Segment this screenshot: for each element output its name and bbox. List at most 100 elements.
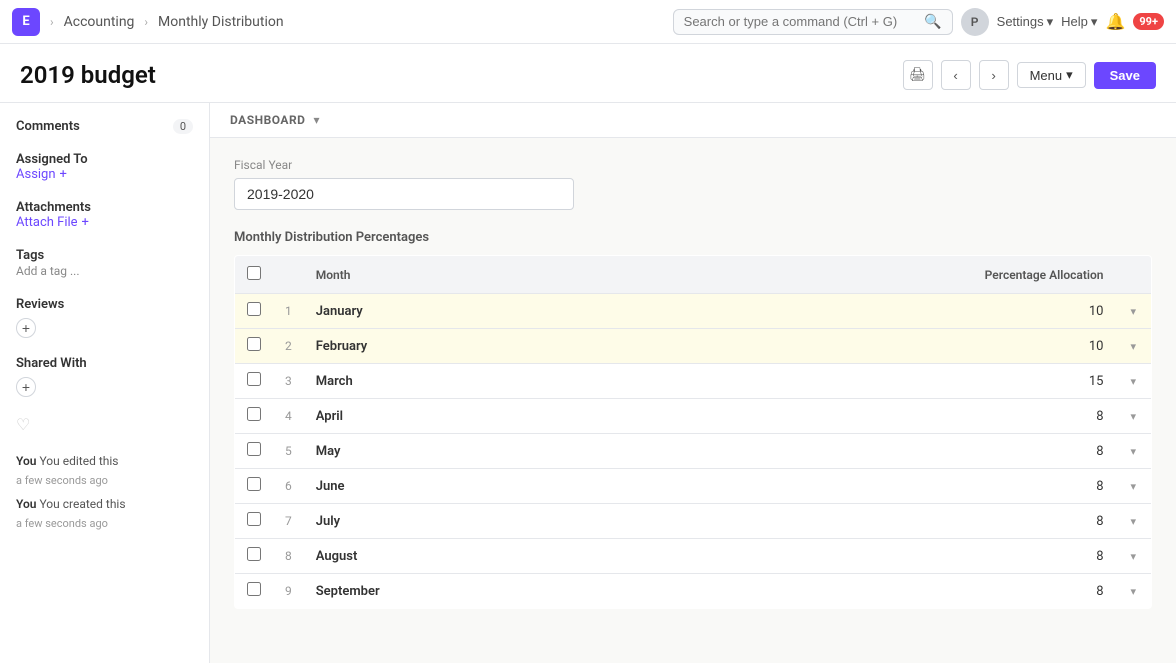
row-num-3: 4 (273, 399, 304, 434)
row-checkbox-2[interactable] (247, 372, 261, 386)
row-pct-4: 8 (613, 434, 1116, 469)
row-num-1: 2 (273, 329, 304, 364)
sidebar-heart-section: ♡ (16, 415, 193, 434)
sidebar-shared-section: Shared With + (16, 356, 193, 397)
sidebar: Comments 0 Assigned To Assign + Attachme… (0, 103, 210, 663)
row-num-6: 7 (273, 504, 304, 539)
settings-button[interactable]: Settings ▾ (997, 14, 1054, 30)
app-icon: E (12, 8, 40, 36)
row-month-3: April (304, 399, 613, 434)
row-action-6: ▾ (1116, 504, 1152, 539)
row-month-1: February (304, 329, 613, 364)
row-dropdown-2[interactable]: ▾ (1130, 375, 1136, 388)
add-review-button[interactable]: + (16, 318, 36, 338)
row-dropdown-7[interactable]: ▾ (1130, 550, 1136, 563)
breadcrumb-chevron-1: › (50, 15, 54, 29)
tags-placeholder[interactable]: Add a tag ... (16, 264, 80, 278)
row-num-4: 5 (273, 434, 304, 469)
row-checkbox-6[interactable] (247, 512, 261, 526)
assign-link[interactable]: Assign + (16, 167, 193, 182)
row-checkbox-4[interactable] (247, 442, 261, 456)
row-pct-6: 8 (613, 504, 1116, 539)
table-row: 3 March 15 ▾ (235, 364, 1152, 399)
row-num-2: 3 (273, 364, 304, 399)
row-checkbox-col (235, 364, 274, 399)
row-dropdown-0[interactable]: ▾ (1130, 305, 1136, 318)
form-section: Fiscal Year (210, 138, 1176, 230)
fiscal-year-input[interactable] (234, 178, 574, 210)
row-checkbox-col (235, 434, 274, 469)
row-action-5: ▾ (1116, 469, 1152, 504)
table-row: 1 January 10 ▾ (235, 294, 1152, 329)
row-dropdown-3[interactable]: ▾ (1130, 410, 1136, 423)
row-checkbox-col (235, 329, 274, 364)
back-button[interactable]: ‹ (941, 60, 971, 90)
activity-edit-time: a few seconds ago (16, 474, 193, 487)
header-checkbox-col (235, 256, 274, 294)
header-action-col (1116, 256, 1152, 294)
table-row: 5 May 8 ▾ (235, 434, 1152, 469)
select-all-checkbox[interactable] (247, 266, 261, 280)
distribution-table: Month Percentage Allocation 1 January 10… (234, 255, 1152, 609)
shared-with-label: Shared With (16, 356, 87, 371)
table-row: 7 July 8 ▾ (235, 504, 1152, 539)
row-checkbox-1[interactable] (247, 337, 261, 351)
dashboard-bar: DASHBOARD ▾ (210, 103, 1176, 138)
add-shared-button[interactable]: + (16, 377, 36, 397)
row-checkbox-0[interactable] (247, 302, 261, 316)
sidebar-reviews-section: Reviews + (16, 297, 193, 338)
heart-icon[interactable]: ♡ (16, 415, 30, 434)
attach-file-link[interactable]: Attach File + (16, 215, 193, 230)
row-action-4: ▾ (1116, 434, 1152, 469)
help-button[interactable]: Help ▾ (1061, 14, 1097, 30)
activity-create: You You created this (16, 495, 193, 513)
row-checkbox-col (235, 469, 274, 504)
row-dropdown-4[interactable]: ▾ (1130, 445, 1136, 458)
breadcrumb-monthly-distribution[interactable]: Monthly Distribution (158, 14, 284, 30)
sidebar-assigned-section: Assigned To Assign + (16, 152, 193, 182)
comments-badge: 0 (173, 119, 193, 134)
activity-edit: You You edited this (16, 452, 193, 470)
breadcrumb-accounting[interactable]: Accounting (64, 14, 135, 30)
forward-button[interactable]: › (979, 60, 1009, 90)
save-button[interactable]: Save (1094, 62, 1156, 89)
row-checkbox-5[interactable] (247, 477, 261, 491)
row-checkbox-col (235, 294, 274, 329)
main-layout: Comments 0 Assigned To Assign + Attachme… (0, 103, 1176, 663)
row-action-8: ▾ (1116, 574, 1152, 609)
row-dropdown-6[interactable]: ▾ (1130, 515, 1136, 528)
row-month-0: January (304, 294, 613, 329)
row-checkbox-col (235, 574, 274, 609)
page-header: 2019 budget 🖨 ‹ › Menu ▾ Save (0, 44, 1176, 103)
row-checkbox-7[interactable] (247, 547, 261, 561)
dashboard-chevron[interactable]: ▾ (313, 113, 319, 127)
row-action-7: ▾ (1116, 539, 1152, 574)
tags-label: Tags (16, 248, 193, 263)
row-checkbox-col (235, 504, 274, 539)
assigned-to-label: Assigned To (16, 152, 193, 167)
fiscal-year-label: Fiscal Year (234, 158, 1152, 172)
row-dropdown-1[interactable]: ▾ (1130, 340, 1136, 353)
notification-badge[interactable]: 99+ (1133, 13, 1164, 30)
avatar[interactable]: P (961, 8, 989, 36)
reviews-label: Reviews (16, 297, 64, 312)
row-checkbox-3[interactable] (247, 407, 261, 421)
row-dropdown-8[interactable]: ▾ (1130, 585, 1136, 598)
menu-button[interactable]: Menu ▾ (1017, 62, 1086, 88)
row-pct-5: 8 (613, 469, 1116, 504)
table-header-row: Month Percentage Allocation (235, 256, 1152, 294)
breadcrumb-chevron-2: › (144, 15, 148, 29)
row-month-2: March (304, 364, 613, 399)
row-num-0: 1 (273, 294, 304, 329)
sidebar-tags-section: Tags Add a tag ... (16, 248, 193, 279)
search-input[interactable] (684, 14, 919, 29)
print-button[interactable]: 🖨 (903, 60, 933, 90)
sidebar-attachments-section: Attachments Attach File + (16, 200, 193, 230)
row-month-4: May (304, 434, 613, 469)
header-percentage: Percentage Allocation (613, 256, 1116, 294)
table-title: Monthly Distribution Percentages (234, 230, 1152, 245)
row-action-1: ▾ (1116, 329, 1152, 364)
row-checkbox-8[interactable] (247, 582, 261, 596)
row-dropdown-5[interactable]: ▾ (1130, 480, 1136, 493)
row-action-3: ▾ (1116, 399, 1152, 434)
